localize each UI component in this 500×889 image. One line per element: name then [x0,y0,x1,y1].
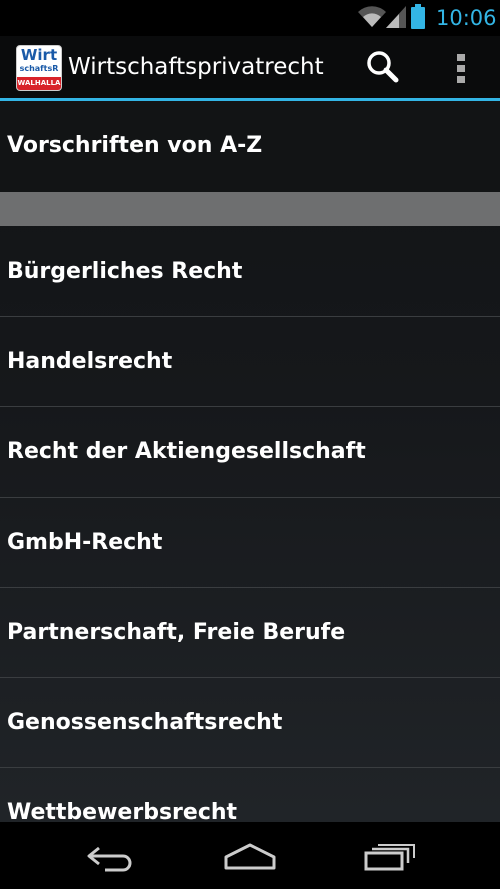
app-title: Wirtschaftsprivatrecht [68,54,324,80]
list-item[interactable]: Bürgerliches Recht [0,226,500,316]
home-icon [224,843,276,870]
wifi-icon [358,6,386,28]
section-header [0,192,500,226]
app-logo[interactable]: Wirt schaftsR WALHALLA [16,45,62,91]
list-item[interactable]: Wettbewerbsrecht [0,768,500,822]
list-item-label: Partnerschaft, Freie Berufe [7,620,346,645]
battery-icon [411,4,425,29]
overflow-menu-icon [457,54,465,83]
list-item-label: Genossenschaftsrecht [7,710,283,735]
list-item-label: Bürgerliches Recht [7,259,243,284]
navigation-bar [0,822,500,889]
list-item[interactable]: GmbH-Recht [0,498,500,587]
recent-apps-button[interactable] [356,836,426,876]
logo-line-1: Wirt [20,46,58,64]
home-button[interactable] [215,836,285,876]
list-item[interactable]: Handelsrecht [0,317,500,406]
logo-line-2: schaftsR [19,64,59,73]
search-button[interactable] [360,46,406,90]
list-item-index[interactable]: Vorschriften von A-Z [0,101,500,192]
back-button[interactable] [75,836,145,876]
list-item[interactable]: Recht der Aktiengesellschaft [0,407,500,497]
list-item-label: Recht der Aktiengesellschaft [7,439,366,464]
back-icon [87,846,132,872]
overflow-menu-button[interactable] [444,46,478,90]
signal-icon [386,6,406,28]
list-item[interactable]: Genossenschaftsrecht [0,678,500,767]
status-clock: 10:06 [436,6,497,30]
recent-apps-icon [364,844,415,871]
list-item-label: Wettbewerbsrecht [7,800,238,822]
list-item-label: Handelsrecht [7,349,173,374]
status-bar: 10:06 [0,0,500,36]
app-screen: 10:06 Wirt schaftsR WALHALLA Wirtschafts… [0,0,500,889]
action-bar: Wirt schaftsR WALHALLA Wirtschaftsprivat… [0,36,500,101]
list-item[interactable]: Partnerschaft, Freie Berufe [0,588,500,677]
list-item-label: Vorschriften von A-Z [7,133,263,158]
list-item-label: GmbH-Recht [7,530,163,555]
search-icon [367,51,399,83]
logo-line-3: WALHALLA [17,77,61,90]
